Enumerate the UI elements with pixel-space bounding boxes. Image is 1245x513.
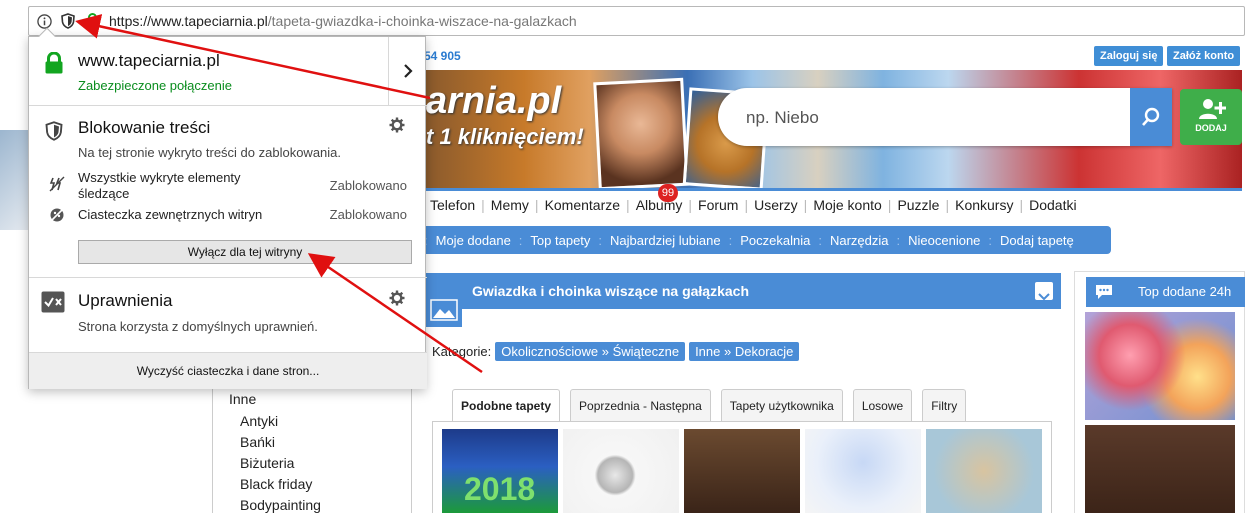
subnav-poczekalnia[interactable]: Poczekalnia	[732, 233, 818, 248]
chat-bubble-icon	[1086, 277, 1122, 307]
site-logo[interactable]: arnia.pl	[426, 80, 561, 123]
lock-icon[interactable]	[83, 12, 101, 30]
thumbnail-2018[interactable]: 2018	[442, 429, 558, 513]
register-button[interactable]: Załóż konto	[1167, 46, 1241, 66]
nav-albumy[interactable]: Albumy	[630, 197, 689, 213]
image-icon	[426, 273, 462, 327]
nav-puzzle[interactable]: Puzzle	[891, 197, 945, 213]
secure-connection-label: Zabezpieczone połączenie	[78, 78, 232, 93]
trackers-status: Zablokowano	[329, 178, 407, 193]
nav-konkursy[interactable]: Konkursy	[949, 197, 1019, 213]
shield-icon	[45, 121, 63, 141]
chevron-right-icon	[404, 64, 413, 78]
add-wallpaper-label: DODAJ	[1195, 123, 1227, 133]
screenshot: https://www.tapeciarnia.pl/tapeta-gwiazd…	[0, 0, 1245, 513]
tab-losowe[interactable]: Losowe	[852, 389, 913, 421]
tracking-shield-icon[interactable]	[59, 12, 77, 30]
divider	[29, 277, 427, 278]
subnav-narzedzia[interactable]: Narzędzia	[822, 233, 897, 248]
nav-memy[interactable]: Memy	[485, 197, 535, 213]
thumbnail-bauble[interactable]	[563, 429, 679, 513]
nav-userzy[interactable]: Userzy	[748, 197, 804, 213]
subnav-dodaj-tapete[interactable]: Dodaj tapetę	[992, 233, 1082, 248]
address-bar[interactable]: https://www.tapeciarnia.pl/tapeta-gwiazd…	[28, 6, 1245, 36]
clear-cookies-button[interactable]: Wyczyść ciasteczka i dane stron...	[29, 353, 427, 389]
categories-label: Kategorie:	[432, 344, 492, 359]
category-chip-okolicznosciowe[interactable]: Okolicznościowe » Świąteczne	[495, 342, 686, 361]
connection-section[interactable]: www.tapeciarnia.pl Zabezpieczone połącze…	[29, 37, 427, 105]
permissions-desc: Strona korzysta z domyślnych uprawnień.	[78, 319, 318, 334]
thumbnail-text: 2018	[464, 471, 536, 507]
category-heading[interactable]: Inne	[229, 391, 256, 407]
content-blocking-desc: Na tej stronie wykryto treści do zabloko…	[78, 145, 342, 160]
add-user-icon	[1199, 99, 1226, 119]
add-wallpaper-button[interactable]: DODAJ	[1180, 89, 1242, 145]
left-background-image	[0, 130, 30, 230]
content-blocking-title: Blokowanie treści	[78, 118, 211, 137]
nav-forum[interactable]: Forum	[692, 197, 744, 213]
login-button[interactable]: Zaloguj się	[1094, 46, 1164, 66]
tab-poprzednia-nastepna[interactable]: Poprzednia - Następna	[570, 389, 711, 421]
divider	[29, 105, 427, 106]
thumbnail-bunny[interactable]	[926, 429, 1042, 513]
tab-filtry[interactable]: Filtry	[922, 389, 967, 421]
subnav-moje-dodane[interactable]: Moje dodane	[428, 233, 519, 248]
url-text[interactable]: https://www.tapeciarnia.pl/tapeta-gwiazd…	[109, 13, 577, 29]
nav-moje-konto[interactable]: Moje konto	[807, 197, 887, 213]
nav-dodatki[interactable]: Dodatki	[1023, 197, 1082, 213]
tracker-blocked-icon	[49, 176, 65, 192]
cookies-label: Ciasteczka zewnętrznych witryn	[78, 207, 263, 222]
thumbnail-reindeer[interactable]	[684, 429, 800, 513]
site-phone: 54 905	[424, 49, 461, 63]
disable-for-site-button[interactable]: Wyłącz dla tej witryny	[78, 240, 412, 264]
page-title: Gwiazdka i choinka wiszące na gałązkach	[462, 273, 1061, 309]
connection-details-button[interactable]	[388, 37, 427, 105]
top-thumbnail-flowers[interactable]	[1085, 312, 1235, 420]
banner-photo-woman	[593, 77, 689, 188]
cookie-blocked-icon	[49, 207, 65, 223]
top-thumbnail-wood[interactable]	[1085, 425, 1235, 513]
subnav-najbardziej-lubiane[interactable]: Najbardziej lubiane	[602, 233, 729, 248]
category-item[interactable]: Biżuteria	[240, 455, 294, 471]
trackers-label: Wszystkie wykryte elementy śledzące	[78, 170, 241, 201]
category-chip-inne[interactable]: Inne » Dekoracje	[689, 342, 800, 361]
category-list: Inne Antyki Bańki Biżuteria Black friday…	[212, 386, 412, 513]
lock-icon	[45, 52, 63, 74]
page-title-text: Gwiazdka i choinka wiszące na gałązkach	[472, 283, 750, 299]
site-tagline: t 1 kliknięciem!	[426, 124, 584, 149]
category-item[interactable]: Bodypainting	[240, 497, 321, 513]
thumbnail-flowers[interactable]	[805, 429, 921, 513]
sub-nav: : Moje dodane: Top tapety: Najbardziej l…	[424, 226, 1111, 254]
search-box[interactable]: np. Niebo	[718, 88, 1172, 146]
wallpaper-tabs: Podobne tapety Poprzednia - Następna Tap…	[452, 389, 976, 421]
cookies-status: Zablokowano	[329, 207, 407, 222]
tab-tapety-uzytkownika[interactable]: Tapety użytkownika	[720, 389, 843, 421]
nav-telefon[interactable]: Telefon	[424, 197, 481, 213]
permissions-title: Uprawnienia	[78, 291, 173, 310]
breadcrumb: Kategorie: Okolicznościowe » Świąteczne …	[432, 342, 800, 361]
category-item[interactable]: Black friday	[240, 476, 312, 492]
main-nav: Telefon | Memy | Komentarze | Albumy | Forum…	[424, 188, 1242, 218]
category-item[interactable]: Antyki	[240, 413, 278, 429]
albums-badge: 99	[658, 184, 678, 202]
search-input[interactable]: np. Niebo	[746, 108, 819, 128]
tab-podobne[interactable]: Podobne tapety	[452, 389, 561, 421]
subnav-top-tapety[interactable]: Top tapety	[522, 233, 598, 248]
site-identity-popup: www.tapeciarnia.pl Zabezpieczone połącze…	[28, 27, 427, 389]
nav-komentarze[interactable]: Komentarze	[539, 197, 626, 213]
search-icon	[1142, 107, 1160, 126]
popup-host: www.tapeciarnia.pl	[78, 51, 220, 70]
category-item[interactable]: Bańki	[240, 434, 275, 450]
info-icon[interactable]	[35, 12, 53, 30]
search-button[interactable]	[1130, 88, 1172, 146]
subnav-nieocenione[interactable]: Nieocenione	[900, 233, 988, 248]
gear-icon[interactable]	[389, 117, 405, 133]
chevron-down-icon[interactable]	[1035, 282, 1053, 301]
gear-icon[interactable]	[389, 290, 405, 306]
permissions-icon	[41, 291, 65, 313]
